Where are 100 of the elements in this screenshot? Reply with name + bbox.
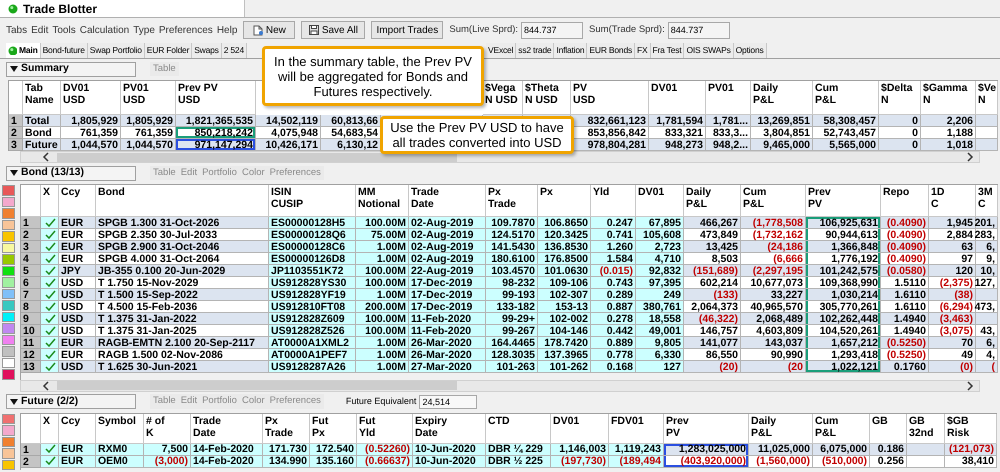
table-cell: 0.186 <box>870 444 907 456</box>
panel-header[interactable]: Summary <box>6 62 136 76</box>
save-button[interactable]: Save All <box>301 21 366 39</box>
tab[interactable]: Swaps <box>192 43 222 58</box>
tab[interactable]: Bond-future <box>40 43 88 58</box>
color-swatch[interactable] <box>2 208 15 218</box>
color-swatch[interactable] <box>2 323 15 334</box>
checkbox[interactable] <box>41 444 59 456</box>
panel-header[interactable]: Future (2/2) <box>6 394 136 409</box>
checkbox[interactable] <box>41 277 59 289</box>
color-swatch[interactable] <box>2 425 15 436</box>
checkbox[interactable] <box>41 265 59 277</box>
checkbox[interactable] <box>41 349 59 361</box>
tab[interactable]: OIS SWAPs <box>684 43 734 58</box>
checkbox[interactable] <box>41 456 59 468</box>
checkbox[interactable] <box>41 289 59 301</box>
table-cell: T 1.500 15-Sep-2022 <box>96 289 269 301</box>
color-swatch[interactable] <box>2 242 15 253</box>
color-swatch[interactable] <box>2 277 15 288</box>
document-icon <box>252 24 263 36</box>
color-swatch[interactable] <box>2 220 15 230</box>
tab[interactable]: VExcel <box>486 43 516 58</box>
tab[interactable]: FX <box>635 43 650 58</box>
sum-field[interactable]: 844.737 <box>521 22 584 38</box>
checkbox[interactable] <box>41 301 59 313</box>
color-swatch[interactable] <box>2 266 15 276</box>
color-swatch[interactable] <box>2 254 15 264</box>
menu-item[interactable]: Preferences <box>158 22 213 38</box>
menu-item[interactable]: Type <box>133 22 155 38</box>
color-swatch[interactable] <box>2 448 15 458</box>
menu-item[interactable]: Calculation <box>80 22 130 38</box>
horizontal-scrollbar[interactable] <box>20 151 980 163</box>
table-cell: 11,025,000 <box>749 444 813 456</box>
tab[interactable]: Options <box>734 43 767 58</box>
sum-field[interactable]: 844.737 <box>668 22 730 38</box>
table-cell: 4,075,948 <box>256 127 321 139</box>
table-cell: 52,743,457 <box>813 127 879 139</box>
tab[interactable]: Inflation <box>554 43 588 58</box>
table-cell: 101-263 <box>486 361 538 373</box>
color-swatch[interactable] <box>2 300 15 310</box>
checkbox[interactable] <box>41 337 59 349</box>
checkbox[interactable] <box>41 313 59 325</box>
color-swatch[interactable] <box>2 288 15 299</box>
horizontal-scrollbar[interactable] <box>20 380 980 392</box>
tab[interactable]: Fra Test <box>650 43 684 58</box>
scrollbar-thumb[interactable] <box>57 152 457 162</box>
checkbox[interactable] <box>41 241 59 253</box>
table-cell: 0.247 <box>591 217 636 229</box>
scrollbar-thumb[interactable] <box>57 381 457 390</box>
table-cell: ES00000128C6 <box>269 241 356 253</box>
color-swatch[interactable] <box>2 312 15 322</box>
menu-item[interactable]: Tabs <box>6 22 28 38</box>
color-swatch[interactable] <box>2 358 15 368</box>
table-cell: 1,805,929 <box>121 115 176 127</box>
color-swatch[interactable] <box>2 414 15 424</box>
future-equivalent-field[interactable]: 24,514 <box>419 394 478 408</box>
menu-item[interactable]: Help <box>216 22 238 38</box>
table-cell: 1.00M <box>356 289 409 301</box>
tab[interactable]: Main <box>6 43 41 58</box>
table-cell: USD <box>59 325 96 337</box>
table-cell: 2,064,373 <box>684 301 741 313</box>
table-cell: EUR <box>59 217 96 229</box>
color-swatch[interactable] <box>2 369 15 380</box>
checkbox[interactable] <box>41 253 59 265</box>
checkbox[interactable] <box>41 361 59 373</box>
checkbox[interactable] <box>41 229 59 241</box>
color-swatch[interactable] <box>2 346 15 356</box>
menu-item[interactable]: Edit <box>31 22 48 38</box>
panel-header[interactable]: Bond (13/13) <box>6 166 136 180</box>
tab[interactable]: EUR Folder <box>144 43 192 58</box>
new-button[interactable]: New <box>243 21 296 39</box>
table-cell: 6,130,12 <box>321 139 381 151</box>
table-cell: 832,661,123 <box>571 115 649 127</box>
collapse-triangle-icon <box>10 66 18 72</box>
menu-item[interactable]: Tools <box>52 22 76 38</box>
color-swatch[interactable] <box>2 460 15 470</box>
table-cell: 761,359 <box>121 127 176 139</box>
table-cell: 153-13 <box>538 301 591 313</box>
table-cell: 0 <box>879 127 921 139</box>
table-cell: ES00000126D8 <box>269 253 356 265</box>
color-swatch[interactable] <box>2 185 15 196</box>
color-swatch[interactable] <box>2 436 15 447</box>
checkbox[interactable] <box>41 325 59 337</box>
table-cell: 100.00M <box>356 217 409 229</box>
tab[interactable]: 2 524 <box>222 43 247 58</box>
table-cell: 106,925,631 <box>806 217 881 229</box>
color-swatch[interactable] <box>2 196 15 207</box>
table-cell: (6,666 <box>741 253 806 265</box>
import-button[interactable]: Import Trades <box>371 21 444 39</box>
tab[interactable]: EUR Bonds <box>587 43 636 58</box>
tab[interactable]: ss2 trade <box>516 43 554 58</box>
table-cell: 109-106 <box>538 277 591 289</box>
color-swatch[interactable] <box>2 334 15 345</box>
checkbox[interactable] <box>41 217 59 229</box>
table-cell: 75.00M <box>356 229 409 241</box>
table-cell: 99-29+ <box>486 313 538 325</box>
color-swatch[interactable] <box>2 231 15 242</box>
tab[interactable]: Swap Portfolio <box>88 43 145 58</box>
table-cell: SPGB 4.000 31-Oct-2064 <box>96 253 269 265</box>
table-cell: 9,465,000 <box>751 139 813 151</box>
